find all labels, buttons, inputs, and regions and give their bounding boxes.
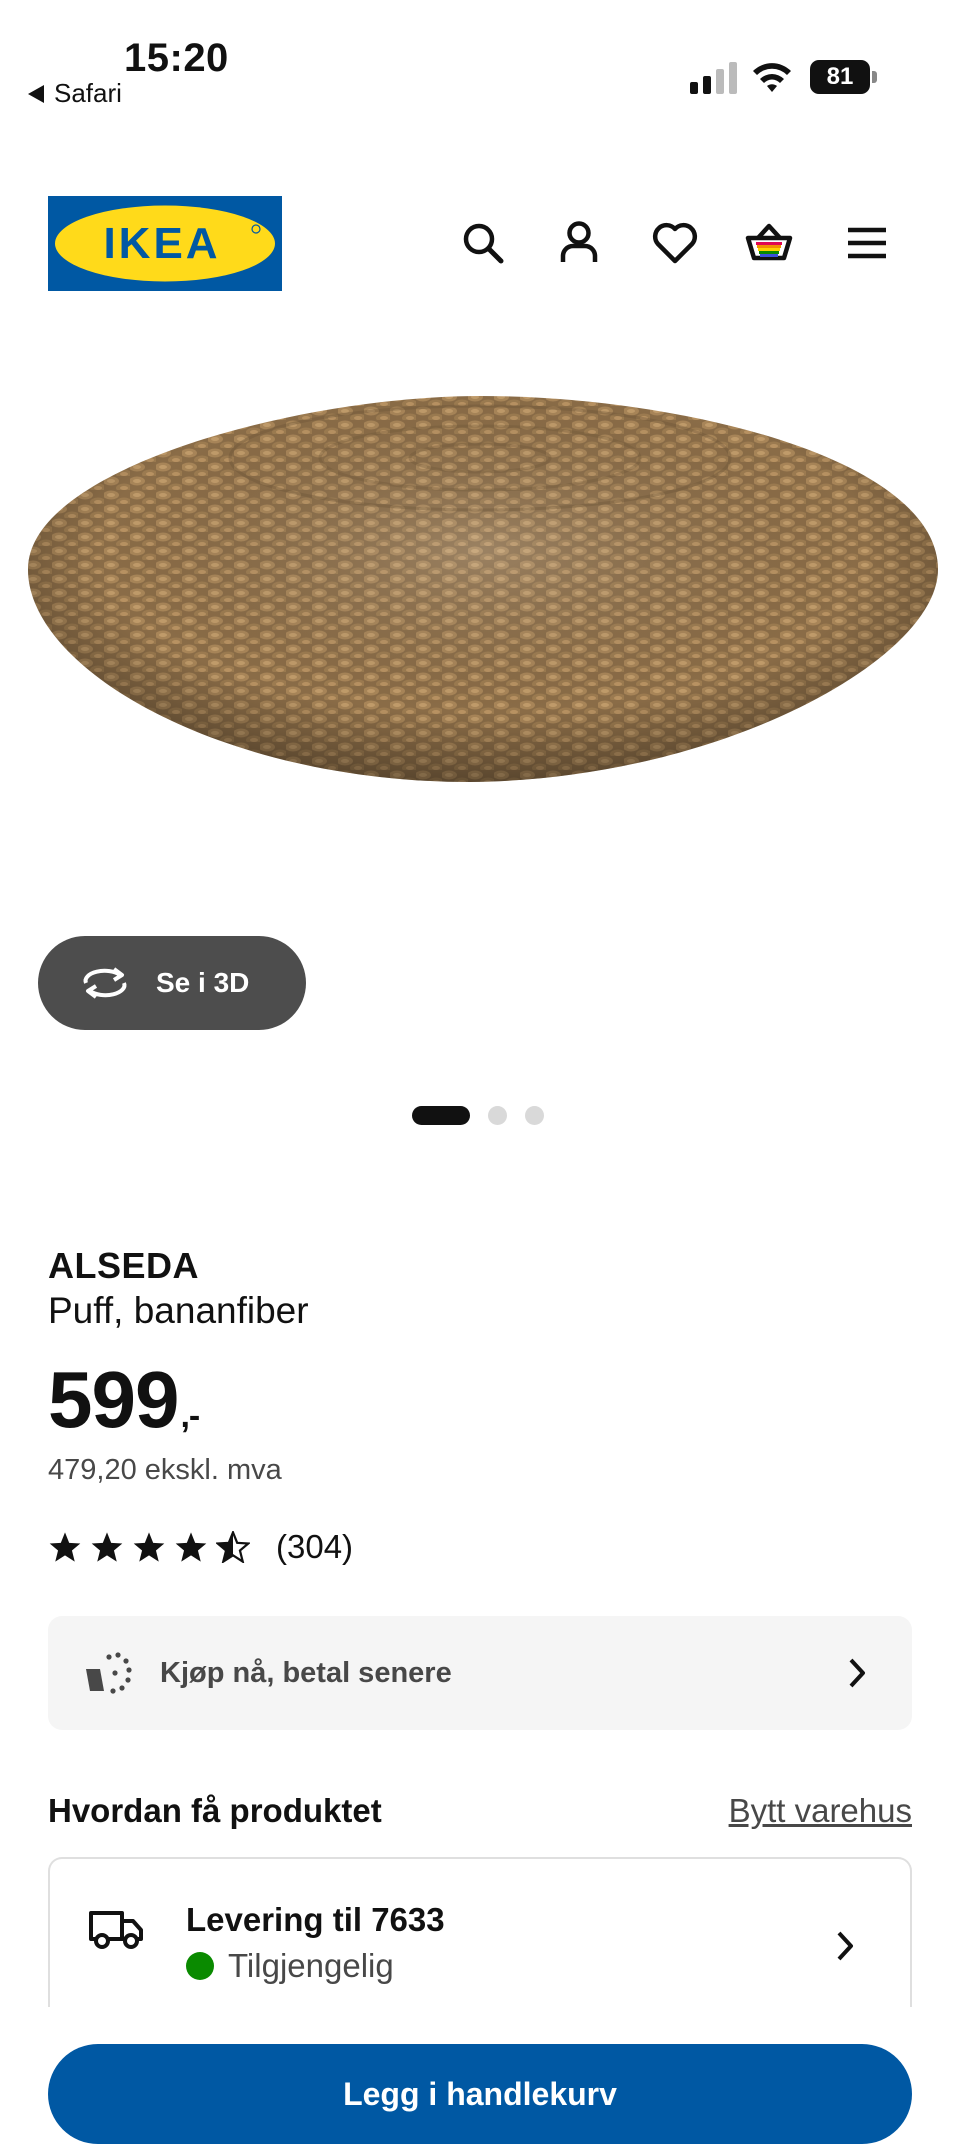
ikea-logo-text: IKEA bbox=[103, 219, 220, 268]
change-store-link[interactable]: Bytt varehus bbox=[729, 1792, 912, 1830]
price-ex-vat: 479,20 ekskl. mva bbox=[48, 1454, 282, 1486]
ikea-logo[interactable]: IKEA bbox=[48, 196, 282, 291]
product-rating[interactable]: (304) bbox=[48, 1528, 353, 1566]
carousel-dot-3[interactable] bbox=[525, 1106, 544, 1125]
star-icon bbox=[91, 1532, 123, 1562]
availability-dot-icon bbox=[186, 1952, 214, 1980]
delivery-status: Tilgjengelig bbox=[186, 1947, 394, 1985]
back-arrow-icon bbox=[28, 84, 44, 103]
price-value: 599 bbox=[48, 1355, 179, 1444]
delivery-option[interactable]: Levering til 7633 Tilgjengelig bbox=[48, 1857, 912, 2007]
half-star-icon bbox=[216, 1531, 250, 1563]
wifi-icon bbox=[753, 63, 791, 92]
carousel-indicator bbox=[412, 1106, 544, 1125]
carousel-dot-2[interactable] bbox=[488, 1106, 507, 1125]
chevron-right-icon bbox=[837, 1931, 853, 1961]
back-to-safari-link[interactable]: Safari bbox=[28, 78, 122, 109]
delivery-title: Levering til 7633 bbox=[186, 1901, 445, 1938]
add-to-cart-button[interactable]: Legg i handlekurv bbox=[48, 2044, 912, 2144]
basket-icon[interactable] bbox=[744, 218, 794, 268]
product-image[interactable] bbox=[0, 378, 960, 928]
pay-later-banner[interactable]: Kjøp nå, betal senere bbox=[48, 1616, 912, 1730]
heart-icon[interactable] bbox=[650, 218, 700, 268]
battery-icon: 81 bbox=[810, 60, 877, 94]
chevron-right-icon bbox=[849, 1658, 865, 1688]
star-icon bbox=[133, 1532, 165, 1562]
delivery-truck-icon bbox=[89, 1911, 143, 1949]
view-3d-label: Se i 3D bbox=[156, 967, 250, 998]
delivery-status-label: Tilgjengelig bbox=[228, 1947, 394, 1984]
carousel-dot-1[interactable] bbox=[412, 1106, 470, 1125]
product-price: 599 ,- bbox=[48, 1354, 200, 1446]
account-icon[interactable] bbox=[554, 218, 604, 268]
star-icon bbox=[49, 1532, 81, 1562]
rotate-3d-icon bbox=[83, 967, 127, 999]
product-description: Puff, bananfiber bbox=[48, 1290, 309, 1331]
add-to-cart-label: Legg i handlekurv bbox=[343, 2076, 617, 2112]
product-name: ALSEDA bbox=[48, 1245, 200, 1286]
review-count: (304) bbox=[276, 1528, 354, 1565]
status-time: 15:20 bbox=[124, 36, 229, 80]
cart-pay-later-icon bbox=[86, 1652, 132, 1694]
back-app-label: Safari bbox=[54, 78, 122, 108]
search-icon[interactable] bbox=[458, 218, 508, 268]
price-suffix: ,- bbox=[180, 1397, 200, 1435]
cellular-signal-icon bbox=[690, 60, 737, 94]
fulfilment-heading: Hvordan få produktet bbox=[48, 1792, 382, 1829]
battery-level: 81 bbox=[810, 60, 870, 94]
pay-later-label: Kjøp nå, betal senere bbox=[160, 1656, 452, 1689]
menu-icon[interactable] bbox=[842, 218, 892, 268]
view-3d-button[interactable]: Se i 3D bbox=[38, 936, 306, 1030]
star-icon bbox=[175, 1532, 207, 1562]
